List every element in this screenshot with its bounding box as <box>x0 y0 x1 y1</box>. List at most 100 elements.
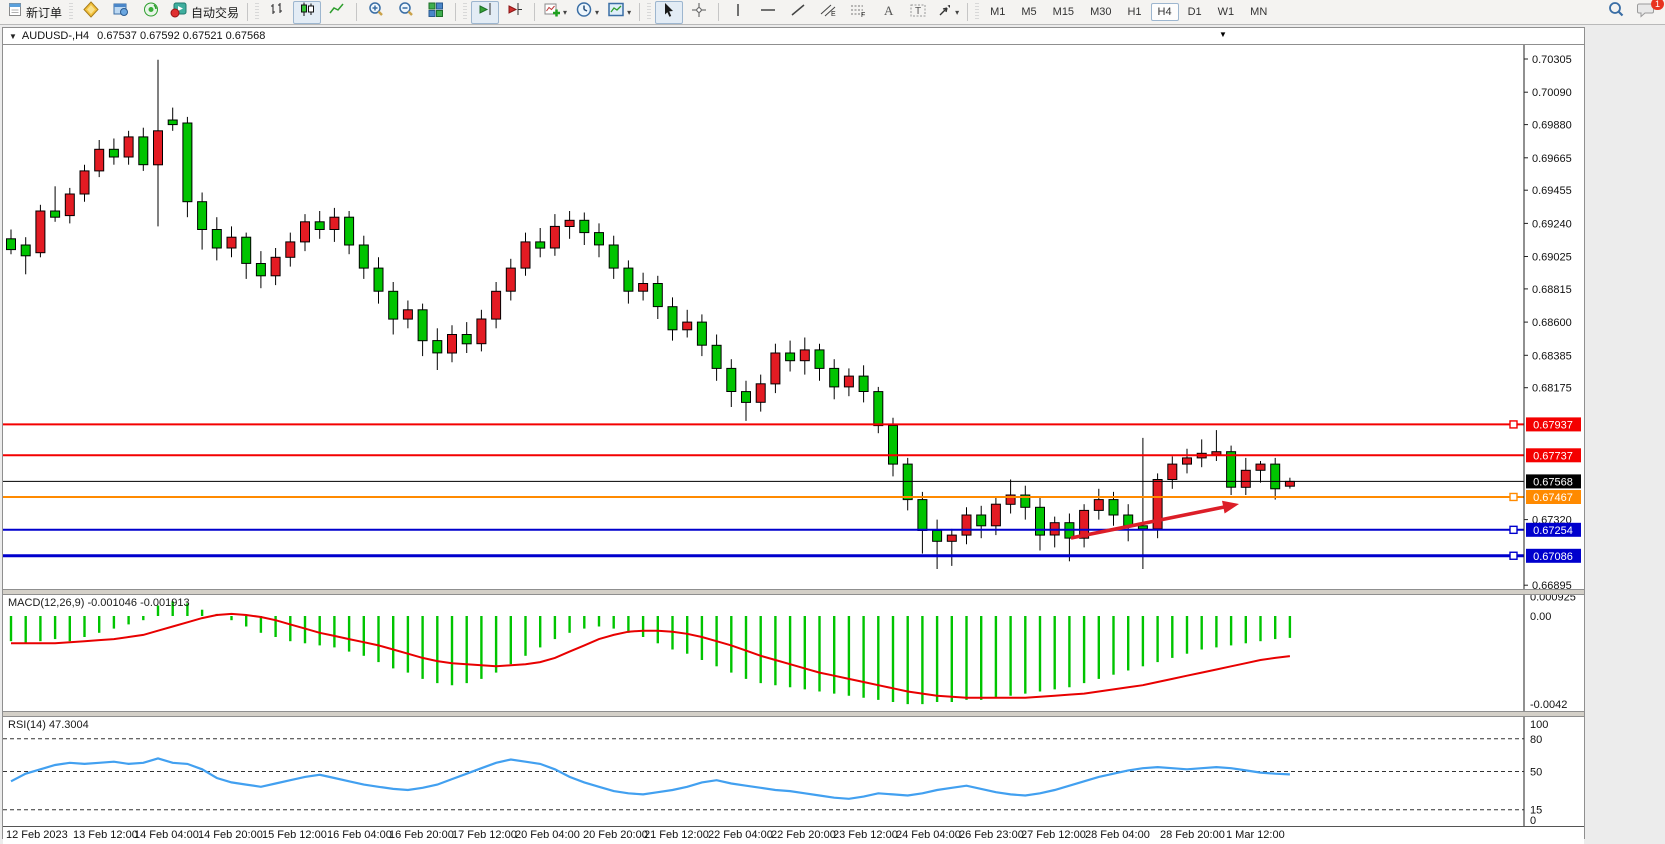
price-tick-label: 0.68385 <box>1532 350 1572 362</box>
main-chart-panel[interactable]: 0.703050.700900.698800.696650.694550.692… <box>3 45 1584 589</box>
candle <box>1050 517 1059 548</box>
templates-caret-icon[interactable]: ▾ <box>627 8 631 17</box>
time-axis-label: 23 Feb 12:00 <box>833 829 898 841</box>
candle <box>1212 430 1221 461</box>
arrows-caret-icon[interactable]: ▾ <box>955 8 959 17</box>
time-axis-label: 14 Feb 20:00 <box>198 829 263 841</box>
crosshair-icon <box>691 2 707 23</box>
candle <box>109 139 118 165</box>
channel-icon: E <box>819 2 837 23</box>
indicators-caret-icon[interactable]: ▾ <box>563 8 567 17</box>
candle <box>756 375 765 412</box>
rsi-panel[interactable]: RSI(14) 47.3004 8050151000 <box>3 717 1584 826</box>
macd-chart[interactable]: 0.0009250.00-0.0042 <box>3 595 1584 711</box>
trendline-button[interactable] <box>784 1 812 24</box>
vertical-line-icon <box>732 2 744 23</box>
timeframe-M30[interactable]: M30 <box>1083 3 1118 21</box>
svg-text:0.67086: 0.67086 <box>1533 551 1573 563</box>
time-axis-label: 28 Feb 20:00 <box>1160 829 1225 841</box>
timeframe-M1[interactable]: M1 <box>983 3 1012 21</box>
candle <box>550 214 559 256</box>
market-watch-button[interactable] <box>77 1 105 24</box>
candle <box>859 365 868 402</box>
rsi-chart[interactable]: 8050151000 <box>3 717 1584 826</box>
time-axis[interactable]: 12 Feb 202313 Feb 12:0014 Feb 04:0014 Fe… <box>3 826 1584 844</box>
data-window-button[interactable] <box>107 1 135 24</box>
new-order-button[interactable]: 新订单 <box>5 1 65 24</box>
indicators-button[interactable]: ▾ <box>540 1 570 24</box>
chart-shift-marker-icon[interactable]: ▼ <box>1219 30 1227 39</box>
text-button[interactable]: A <box>874 1 902 24</box>
auto-scroll-button[interactable] <box>471 1 499 24</box>
time-axis-label: 28 Feb 04:00 <box>1085 829 1150 841</box>
autotrading-button[interactable]: 自动交易 <box>167 1 242 24</box>
candle <box>1241 458 1250 495</box>
search-icon <box>1607 1 1625 23</box>
macd-label: MACD(12,26,9) -0.001046 -0.001913 <box>8 597 190 609</box>
notifications-button[interactable]: 1 <box>1632 1 1660 24</box>
navigator-button[interactable] <box>137 1 165 24</box>
candle <box>742 381 751 421</box>
crosshair-button[interactable] <box>685 1 713 24</box>
price-line-badge: 0.67737 <box>1526 448 1581 462</box>
navigator-icon <box>142 1 160 23</box>
collapse-arrow-icon[interactable]: ▼ <box>9 32 17 41</box>
arrows-button[interactable]: ▾ <box>934 1 962 24</box>
timeframe-D1[interactable]: D1 <box>1181 3 1209 21</box>
periods-caret-icon[interactable]: ▾ <box>595 8 599 17</box>
price-tick-label: 0.69240 <box>1532 218 1572 230</box>
fibonacci-button[interactable]: F <box>844 1 872 24</box>
search-button[interactable] <box>1602 1 1630 24</box>
candle <box>271 248 280 285</box>
chart-title-bar: ▼ AUDUSD-,H4 0.67537 0.67592 0.67521 0.6… <box>3 28 1584 45</box>
macd-panel[interactable]: MACD(12,26,9) -0.001046 -0.001913 0.0009… <box>3 595 1584 711</box>
candle <box>947 529 956 566</box>
horizontal-line-button[interactable] <box>754 1 782 24</box>
zoom-out-button[interactable] <box>392 1 420 24</box>
bar-chart-icon <box>268 1 286 23</box>
hline-handle[interactable] <box>1510 526 1517 533</box>
vertical-line-button[interactable] <box>724 1 752 24</box>
candle <box>624 260 633 303</box>
timeframe-W1[interactable]: W1 <box>1211 3 1242 21</box>
timeframe-MN[interactable]: MN <box>1243 3 1274 21</box>
timeframe-H1[interactable]: H1 <box>1120 3 1148 21</box>
candle <box>1021 486 1030 520</box>
candle <box>51 186 60 222</box>
candle <box>962 507 971 544</box>
rsi-tick-label: 100 <box>1530 719 1548 731</box>
candle <box>977 506 986 538</box>
auto-scroll-icon <box>476 1 494 23</box>
price-tick-label: 0.69455 <box>1532 185 1572 197</box>
zoom-in-button[interactable] <box>362 1 390 24</box>
notification-badge: 1 <box>1651 0 1664 10</box>
line-chart-button[interactable] <box>323 1 351 24</box>
tile-windows-button[interactable] <box>422 1 450 24</box>
timeframe-H4[interactable]: H4 <box>1151 3 1179 21</box>
bar-chart-button[interactable] <box>263 1 291 24</box>
candle <box>403 301 412 329</box>
timeframe-M15[interactable]: M15 <box>1046 3 1081 21</box>
price-chart[interactable]: 0.703050.700900.698800.696650.694550.692… <box>3 45 1584 589</box>
chart-shift-button[interactable] <box>501 1 529 24</box>
candlestick-chart-button[interactable] <box>293 1 321 24</box>
text-label-button[interactable]: T <box>904 1 932 24</box>
timeframe-M5[interactable]: M5 <box>1014 3 1043 21</box>
new-order-label: 新订单 <box>26 4 62 21</box>
time-axis-label: 13 Feb 12:00 <box>73 829 138 841</box>
trading-terminal: { "toolbar": { "new_order_label": "新订单",… <box>0 0 1665 841</box>
periods-button[interactable]: ▾ <box>572 1 602 24</box>
price-tick-label: 0.70090 <box>1532 87 1572 99</box>
candle <box>242 233 251 279</box>
templates-button[interactable]: ▾ <box>604 1 634 24</box>
channel-button[interactable]: E <box>814 1 842 24</box>
cursor-button[interactable] <box>655 1 683 24</box>
candle <box>800 338 809 375</box>
hline-handle[interactable] <box>1510 552 1517 559</box>
price-line-badge: 0.67568 <box>1526 474 1581 488</box>
chart-ohlc-readout: 0.67537 0.67592 0.67521 0.67568 <box>97 30 265 42</box>
time-axis-label: 24 Feb 04:00 <box>896 829 961 841</box>
hline-handle[interactable] <box>1510 421 1517 428</box>
hline-handle[interactable] <box>1510 493 1517 500</box>
rsi-line <box>11 758 1290 798</box>
